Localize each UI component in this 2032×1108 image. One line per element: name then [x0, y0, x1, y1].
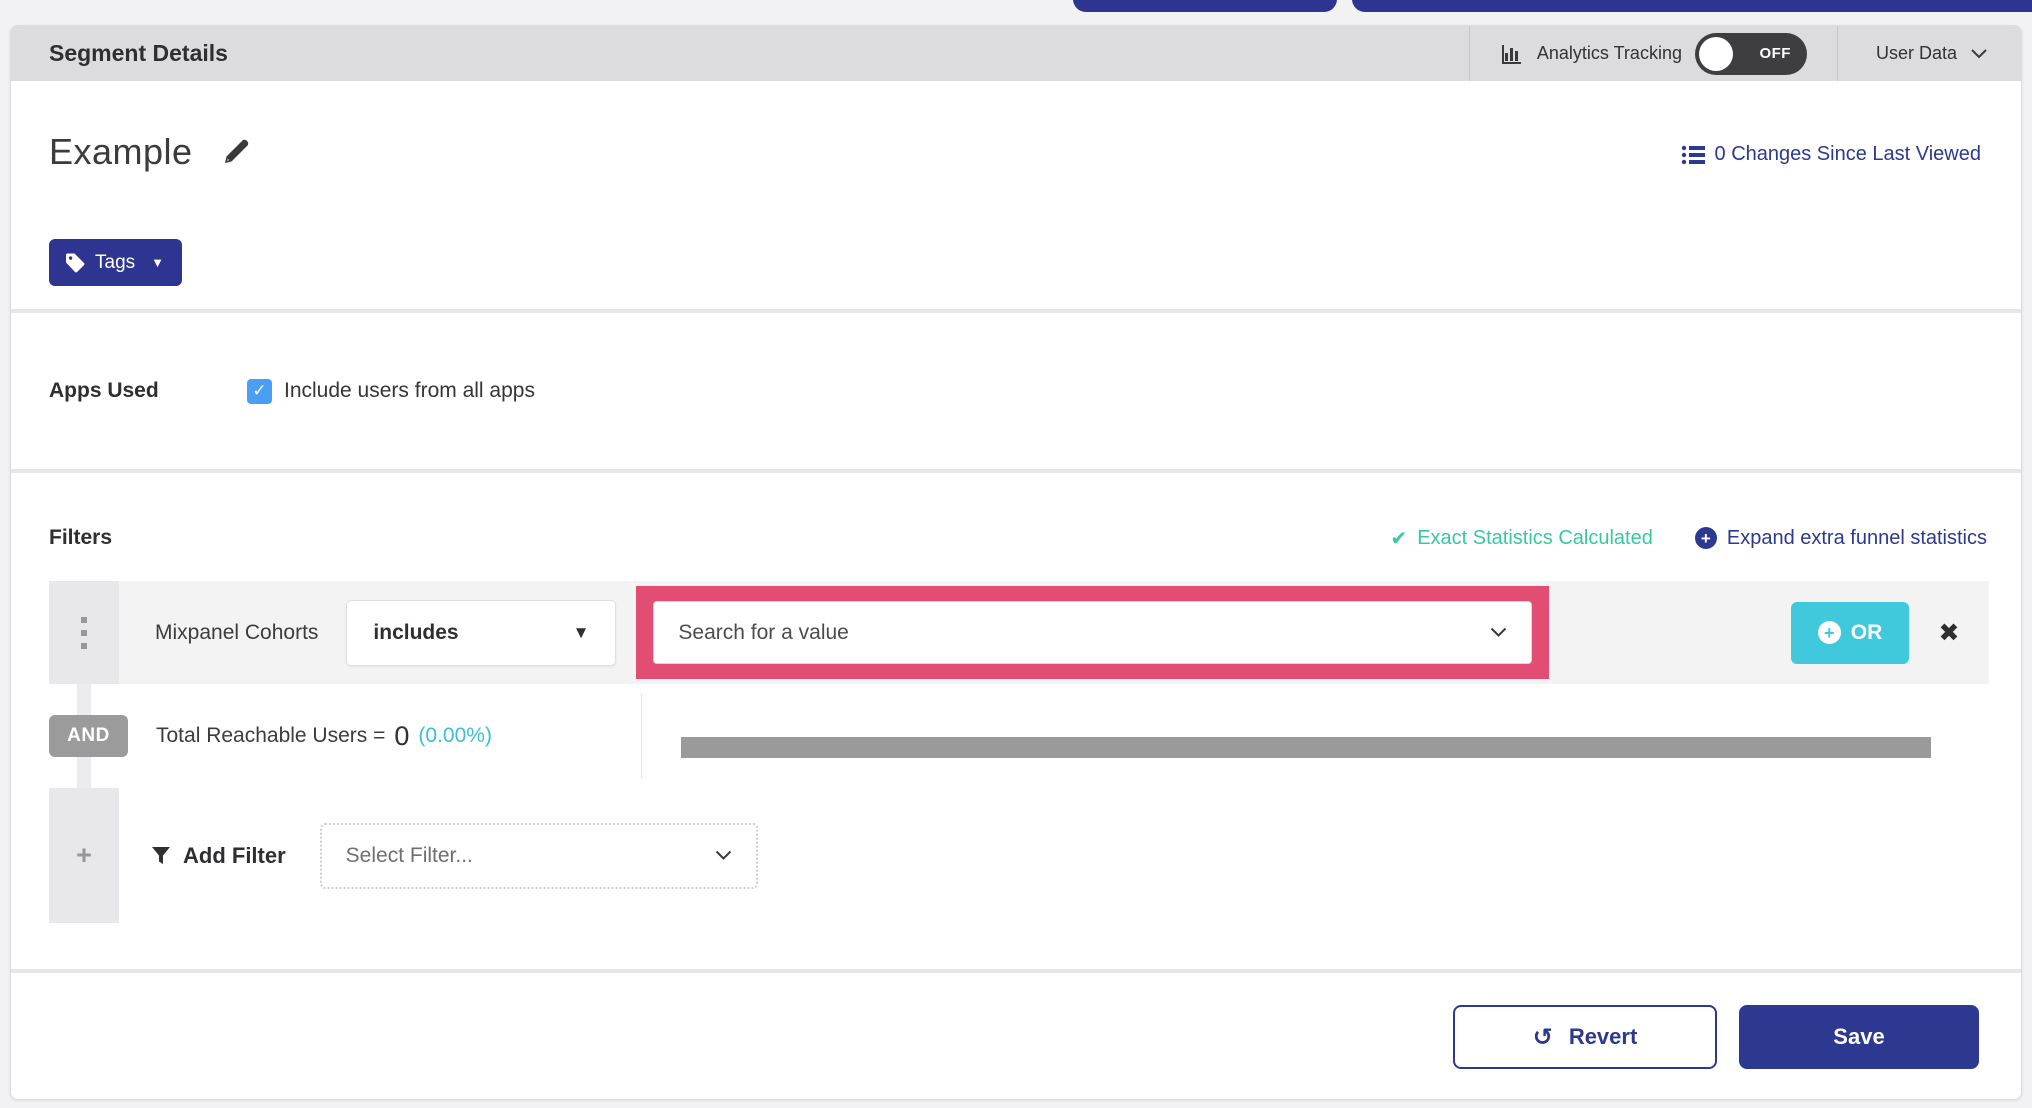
filters-heading: Filters [49, 526, 113, 549]
funnel-icon [151, 846, 171, 866]
filter-group: Mixpanel Cohorts includes ▼ Search for a… [49, 581, 1989, 923]
caret-down-icon: ▼ [151, 255, 165, 270]
expand-link-label: Expand extra funnel statistics [1726, 526, 1987, 549]
reachable-users-percent: (0.00%) [418, 724, 492, 747]
include-all-apps-label: Include users from all apps [284, 379, 535, 402]
filter-field-name: Mixpanel Cohorts [155, 620, 319, 644]
filters-section: Filters ✔ Exact Statistics Calculated + … [11, 473, 2021, 969]
add-filter-row: + Add Filter Select Filter... [49, 788, 1989, 923]
remove-filter-icon[interactable]: ✖ [1909, 618, 1989, 648]
value-search-select[interactable]: Search for a value [653, 601, 1533, 664]
or-button-label: OR [1850, 620, 1883, 644]
plus-circle-icon: + [1694, 527, 1717, 549]
plus-icon: + [76, 840, 92, 870]
check-icon: ✔ [1390, 527, 1408, 550]
edit-pencil-icon[interactable] [219, 135, 253, 169]
tag-icon [65, 253, 85, 273]
page-title: Segment Details [49, 40, 228, 66]
add-filter-button[interactable]: Add Filter [151, 843, 286, 869]
add-filter-label: Add Filter [183, 842, 286, 868]
changes-link-label: 0 Changes Since Last Viewed [1714, 143, 1981, 165]
analytics-tracking-label: Analytics Tracking [1536, 43, 1682, 63]
plus-circle-icon: + [1817, 621, 1841, 644]
tags-button-label: Tags [95, 251, 136, 273]
and-badge: AND [49, 715, 128, 757]
drag-dots-icon [81, 616, 87, 649]
operator-select[interactable]: includes ▼ [346, 599, 617, 666]
reachable-users-count: 0 [394, 720, 410, 751]
user-data-label: User Data [1875, 43, 1957, 63]
top-partial-button-left[interactable] [1073, 0, 1337, 12]
drag-handle[interactable] [49, 581, 119, 684]
apps-used-label: Apps Used [49, 379, 159, 402]
segment-name: Example [49, 131, 193, 172]
bar-chart-icon [1500, 42, 1524, 66]
revert-button[interactable]: ↺ Revert [1453, 1005, 1717, 1069]
toggle-state-label: OFF [1759, 45, 1791, 62]
analytics-tracking-group: Analytics Tracking OFF [1468, 26, 1838, 81]
footer-actions: ↺ Revert Save [11, 973, 2021, 1099]
chevron-down-icon [1490, 627, 1507, 638]
select-filter-placeholder: Select Filter... [345, 843, 473, 867]
check-icon: ✓ [252, 381, 267, 400]
caret-down-icon: ▼ [572, 622, 590, 642]
chevron-down-icon [1971, 48, 1987, 59]
and-summary-row: AND Total Reachable Users = 0 (0.00%) [49, 684, 1989, 788]
segment-details-card: Segment Details Analytics Tracking OFF U… [10, 25, 2022, 1100]
operator-value: includes [373, 620, 459, 644]
changes-since-last-viewed-link[interactable]: 0 Changes Since Last Viewed [1681, 143, 1981, 166]
title-section: Example 0 Changes Since Last Viewed Tags… [11, 81, 2021, 309]
add-filter-plus-column[interactable]: + [49, 788, 119, 923]
exact-statistics-label: Exact Statistics Calculated [1417, 526, 1653, 549]
value-placeholder: Search for a value [678, 620, 849, 644]
toggle-knob [1698, 36, 1733, 71]
changes-list-icon [1681, 145, 1705, 165]
segment-details-header: Segment Details Analytics Tracking OFF U… [11, 26, 2021, 81]
vertical-divider [641, 694, 642, 778]
user-data-dropdown[interactable]: User Data [1838, 26, 2021, 81]
filter-row: Mixpanel Cohorts includes ▼ Search for a… [49, 581, 1989, 684]
tags-button[interactable]: Tags ▼ [49, 239, 183, 286]
save-button[interactable]: Save [1739, 1005, 1979, 1069]
exact-statistics-status: ✔ Exact Statistics Calculated [1390, 526, 1652, 551]
apps-used-section: Apps Used ✓ Include users from all apps [11, 313, 2021, 469]
highlighted-region: Search for a value [636, 586, 1550, 679]
include-all-apps-checkbox[interactable]: ✓ [247, 378, 272, 404]
expand-funnel-statistics-link[interactable]: + Expand extra funnel statistics [1694, 526, 1987, 550]
chevron-down-icon [715, 850, 732, 861]
reachable-users-label: Total Reachable Users = [156, 724, 386, 747]
reachable-users-bar [681, 737, 1931, 758]
revert-arrow-icon: ↺ [1532, 1023, 1553, 1051]
top-partial-button-right[interactable] [1352, 0, 2032, 12]
analytics-tracking-toggle[interactable]: OFF [1694, 32, 1807, 75]
select-filter-dropdown[interactable]: Select Filter... [319, 822, 758, 889]
add-or-condition-button[interactable]: + OR [1791, 601, 1909, 664]
revert-button-label: Revert [1568, 1024, 1638, 1049]
